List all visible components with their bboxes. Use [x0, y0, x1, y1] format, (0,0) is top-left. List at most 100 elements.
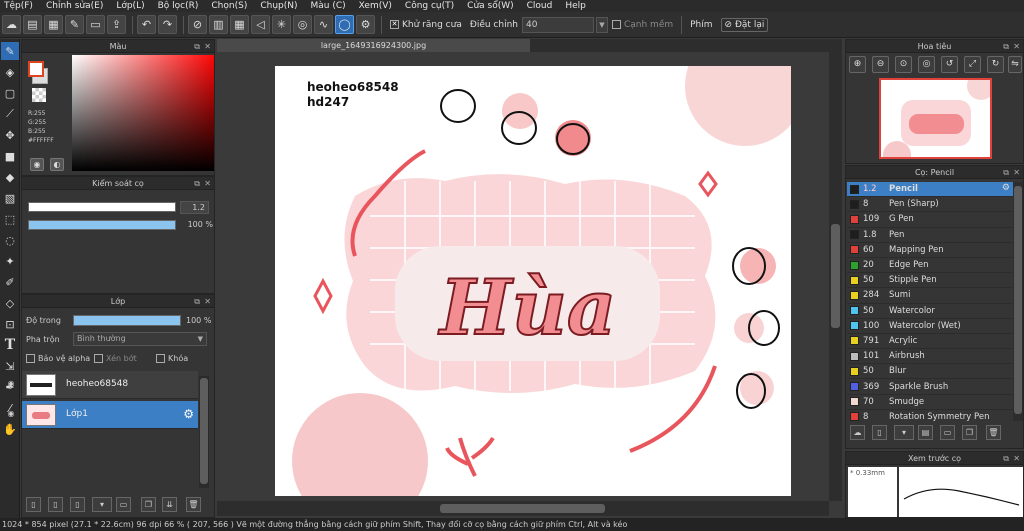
save-icon[interactable]: ▦ — [44, 15, 63, 34]
layer-scrollbar-thumb[interactable] — [200, 378, 208, 484]
close-icon[interactable]: ✕ — [1013, 452, 1020, 465]
menu-item[interactable]: Chỉnh sửa(E) — [42, 1, 112, 11]
fill-rect-tool-icon[interactable]: ■ — [1, 147, 19, 165]
open-folder-icon[interactable]: ▤ — [23, 15, 42, 34]
select-pen-tool-icon[interactable]: ✐ — [1, 273, 19, 291]
menu-item[interactable]: Xem(V) — [355, 1, 401, 11]
eye-icon[interactable]: ◉ — [6, 379, 16, 389]
scrollbar-thumb[interactable] — [1014, 186, 1022, 414]
transparent-swatch[interactable] — [32, 88, 46, 102]
chevron-down-icon[interactable]: ▼ — [595, 16, 608, 33]
delete-brush-icon[interactable]: 🗑 — [986, 425, 1001, 440]
snap-grid-icon[interactable]: ▦ — [230, 15, 249, 34]
gear-icon[interactable]: ⚙ — [1002, 183, 1010, 193]
canvas-vertical-scrollbar[interactable] — [829, 52, 842, 501]
menu-item[interactable]: Chụp(N) — [256, 1, 306, 11]
new-layer-1bit-icon[interactable]: ▯ — [70, 497, 85, 512]
protect-alpha-checkbox[interactable]: Bảo vệ alpha — [26, 354, 90, 363]
new-layer-icon[interactable]: ▯ — [26, 497, 41, 512]
scrollbar-thumb[interactable] — [440, 504, 605, 513]
divide-tool-icon[interactable]: ⊡ — [1, 315, 19, 333]
brush-menu-icon[interactable]: ▾ — [894, 425, 914, 440]
smooth-edge-checkbox[interactable]: Cạnh mềm — [611, 19, 673, 30]
brush-row[interactable]: 369 Sparkle Brush — [847, 379, 1013, 395]
brush-size-slider[interactable] — [28, 202, 176, 212]
zoom-out-icon[interactable]: ⊖ — [872, 56, 889, 73]
text-tool-icon[interactable]: T — [1, 336, 19, 354]
eraser-tool-icon[interactable]: ◈ — [1, 63, 19, 81]
delete-layer-icon[interactable]: 🗑 — [186, 497, 201, 512]
detach-icon[interactable]: ⧉ — [1003, 166, 1009, 179]
navigator-thumbnail[interactable] — [879, 78, 992, 159]
rotate-right-icon[interactable]: ↻ — [987, 56, 1004, 73]
menu-item[interactable]: Chọn(S) — [207, 1, 256, 11]
detach-icon[interactable]: ⧉ — [194, 295, 200, 308]
brush-row[interactable]: 101 Airbrush — [847, 349, 1013, 365]
fit-window-icon[interactable]: ⤢ — [964, 56, 981, 73]
menu-item[interactable]: Lớp(L) — [112, 1, 153, 11]
snap-settings-icon[interactable]: ⚙ — [356, 15, 375, 34]
duplicate-brush-icon[interactable]: ❐ — [962, 425, 977, 440]
add-layer-menu-icon[interactable]: ▾ — [92, 497, 112, 512]
brush-row[interactable]: 100 Watercolor (Wet) — [847, 319, 1013, 334]
snap-radial-icon[interactable]: ✳ — [272, 15, 291, 34]
snap-perspective-icon[interactable]: ◁ — [251, 15, 270, 34]
export-icon[interactable]: ⇪ — [107, 15, 126, 34]
menu-item[interactable]: Cửa sổ(W) — [463, 1, 522, 11]
brush-list-scrollbar[interactable] — [1013, 182, 1023, 421]
close-icon[interactable]: ✕ — [1013, 166, 1020, 179]
menu-item[interactable]: Help — [561, 1, 595, 11]
brush-row[interactable]: 50 Blur — [847, 364, 1013, 380]
document-tab[interactable]: large_1649316924300.jpg — [217, 39, 530, 52]
color-picker-icon[interactable]: ◐ — [50, 158, 64, 171]
clip-checkbox[interactable]: Xén bớt — [94, 354, 137, 363]
menu-item[interactable]: Bộ lọc(R) — [154, 1, 208, 11]
foreground-color-swatch[interactable] — [28, 61, 44, 77]
close-icon[interactable]: ✕ — [204, 177, 211, 190]
bucket-tool-icon[interactable]: ◆ — [1, 168, 19, 186]
canvas-area[interactable]: Hùa heoheo68548 hd247 — [217, 52, 829, 501]
close-icon[interactable]: ✕ — [204, 40, 211, 53]
rotate-left-icon[interactable]: ↺ — [941, 56, 958, 73]
adjust-value-input[interactable]: 40 — [521, 16, 594, 33]
new-layer-8bit-icon[interactable]: ▯ — [48, 497, 63, 512]
lock-checkbox[interactable]: Khóa — [156, 354, 188, 363]
select-eraser-tool-icon[interactable]: ◇ — [1, 294, 19, 312]
brush-row[interactable]: 8 Rotation Symmetry Pen — [847, 410, 1013, 421]
rect-select-tool-icon[interactable]: ⬚ — [1, 210, 19, 228]
brush-folder-icon[interactable]: ▭ — [940, 425, 955, 440]
line-tool-icon[interactable]: ⟋ — [1, 105, 19, 123]
brush-row[interactable]: 50 Watercolor — [847, 304, 1013, 319]
brush-size-value[interactable]: 1.2 — [180, 201, 209, 214]
detach-icon[interactable]: ⧉ — [1003, 40, 1009, 53]
brush-row-selected[interactable]: 1.2 Pencil ⚙ — [847, 182, 1013, 198]
detach-icon[interactable]: ⧉ — [1003, 452, 1009, 465]
comment-icon[interactable]: ✎ — [65, 15, 84, 34]
menu-item[interactable]: Công cụ(T) — [401, 1, 463, 11]
blend-mode-select[interactable]: Bình thường ▼ — [73, 332, 207, 346]
brush-row[interactable]: 1.8 Pen — [847, 228, 1013, 243]
brush-settings-icon[interactable]: ▤ — [918, 425, 933, 440]
cloud-icon[interactable]: ☁ — [2, 15, 21, 34]
snap-parallel-icon[interactable]: ▥ — [209, 15, 228, 34]
brush-row[interactable]: 60 Mapping Pen — [847, 243, 1013, 258]
zoom-fit-icon[interactable]: ⊙ — [895, 56, 912, 73]
brush-row[interactable]: 109 G Pen — [847, 212, 1013, 228]
reset-button[interactable]: ⊘ Đặt lại — [720, 17, 769, 32]
redo-icon[interactable]: ↷ — [158, 15, 177, 34]
gear-icon[interactable]: ⚙ — [183, 407, 194, 421]
undo-icon[interactable]: ↶ — [137, 15, 156, 34]
canvas-horizontal-scrollbar[interactable] — [217, 501, 829, 516]
snap-off-icon[interactable]: ⊘ — [188, 15, 207, 34]
layer-row-selected[interactable]: ◉ Lớp1 ⚙ — [8, 401, 198, 429]
layer-opacity-slider[interactable] — [73, 315, 181, 326]
layer-row[interactable]: ◉ heoheo68548 — [8, 371, 198, 399]
lasso-tool-icon[interactable]: ◌ — [1, 231, 19, 249]
actual-size-icon[interactable]: ◎ — [918, 56, 935, 73]
layer-scrollbar[interactable] — [199, 376, 209, 488]
brush-row[interactable]: 50 Stipple Pen — [847, 273, 1013, 289]
saturation-value-picker[interactable] — [72, 55, 214, 171]
duplicate-layer-icon[interactable]: ❐ — [141, 497, 156, 512]
snap-curve-icon[interactable]: ∿ — [314, 15, 333, 34]
new-folder-icon[interactable]: ▭ — [116, 497, 131, 512]
